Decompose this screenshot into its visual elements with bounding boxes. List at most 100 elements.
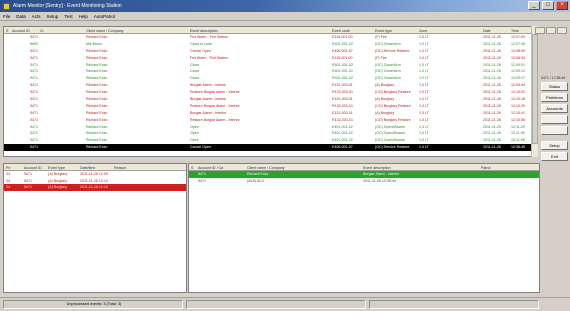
menu-autopatrol[interactable]: AutoPatrol [94,14,115,19]
cell-code: E115-001-00 [332,35,353,39]
table-row[interactable]: 5471 Richard Ecko Close R401-001-02 (OC) Clo… [4,62,537,69]
side-button-setup[interactable]: Setup [541,141,568,150]
cell-type: (CO) Burglary Restore [375,117,411,122]
table-row[interactable]: 5471 Richard Ecko Burglar Alarm - Interior… [4,82,537,89]
table-row[interactable]: 5471 Richard Ecko Close R401-001-02 (OC) Clo… [4,75,537,82]
cell-acct: 5471 [24,172,32,176]
column-header[interactable]: Event description [190,29,218,33]
table-row[interactable]: 8690 Mik Broco Close to code R401-001-02 (OC… [4,41,537,48]
column-header[interactable]: Cl [40,29,43,33]
side-button-problems[interactable]: Problems [541,93,568,102]
table-row[interactable]: 5471 Richard Ecko Burglar Alarm - Interior… [4,110,537,117]
cell-zone: 1,0 LT [419,41,429,46]
cell-date: 2011-11-26 [483,62,501,67]
cell-name: Richard Ecko [86,48,108,53]
cell-type: (OC) Close/Arm [375,76,401,81]
event-history-pane[interactable]: S Account ID / Ca Client name / Company … [188,163,540,293]
cell-date: 2011-11-26 [483,145,501,150]
cell-acct: 5471 [30,90,38,95]
column-header[interactable]: Reason [114,166,126,170]
column-header[interactable]: Date/time [80,166,95,170]
cell-date: 2011-11-26 [483,48,501,53]
cell-code: R401-001-02 [332,69,353,74]
side-button-status[interactable]: Status [541,82,568,91]
table-row[interactable]: 5471 Richard Ecko Cancel Open E406-001-07 (O… [4,48,537,55]
side-button-accounts[interactable]: Accounts [541,104,568,113]
view-tab[interactable] [546,27,556,34]
menu-file[interactable]: File [3,14,10,19]
column-header[interactable]: Event description [363,166,391,170]
table-row[interactable]: 5471 Richard Ecko Open E401-001-02 (OC) Open… [4,137,537,144]
cell-time: 12:09:44 [511,83,525,88]
column-header[interactable]: Event code [332,29,350,33]
cell-date: 2011-11-26 [483,103,501,108]
cell-acct: 5471 [24,178,32,183]
column-header[interactable]: Account ID [24,166,42,170]
view-tab[interactable] [557,27,567,34]
column-header[interactable]: S [191,166,193,170]
column-header[interactable]: Account ID / Ca [198,166,223,170]
cell-pri: 34 [6,178,10,183]
cell-name: Richard Ecko [86,131,108,136]
cell-desc: Open [190,138,199,143]
cell-acct: 5471 [30,110,38,115]
cell-acct: 5471 [30,35,38,39]
column-header[interactable]: Zone [419,29,427,33]
cell-desc: Close [190,69,200,74]
cell-type: (A) Burglary [375,83,395,88]
close-button[interactable]: × [556,1,568,10]
column-header[interactable]: Patrol [481,166,490,170]
cell-date: 2011-11-26 [483,55,501,60]
cell-desc: Cancel Open [190,145,211,150]
table-row[interactable]: 5471 Richard Ecko Restore Burglar Alarm - … [4,117,537,124]
menu-data[interactable]: Data [16,14,26,19]
cell-date: 2011-11-26 [483,131,501,136]
side-button-blank[interactable] [541,115,568,124]
events-scrollbar[interactable] [531,26,538,157]
column-header[interactable]: Event type [375,29,392,33]
table-row[interactable]: 5471 Richard Ecko Cancel Open E406-001-07 (O… [4,144,537,152]
cell-desc: Close [190,62,200,67]
cell-zone: 1,0 LT [419,138,429,143]
column-header[interactable]: Time [511,29,519,33]
table-row[interactable]: 5471 Richard Ecko Open E401-001-02 (OC) Open… [4,130,537,137]
table-row[interactable]: 5471 Richard Ecko Open E401-001-02 (OC) Open… [4,124,537,131]
table-row[interactable]: 5471 Richard Ecko Restore Burglar Alarm - … [4,103,537,110]
cell-dt: 2011-11-26 12:10 [80,178,108,183]
scroll-thumb[interactable] [532,34,538,144]
pending-events-pane[interactable]: Pri Account ID Event type Date/time Reas… [3,163,187,293]
cell-zone: 1,0 LT [419,97,429,102]
column-header[interactable]: Date [483,29,491,33]
menu-bar: File Data Acts Setup Test Help AutoPatro… [0,12,570,21]
menu-setup[interactable]: Setup [47,14,59,19]
column-header[interactable]: Pri [6,166,10,170]
view-tab[interactable] [535,27,545,34]
cell-desc: Burglar Alarm - Interior [190,83,227,88]
column-header[interactable]: Account ID [12,29,30,33]
column-header[interactable]: Event type [48,166,65,170]
column-header[interactable]: S [6,29,8,33]
cell-type: (A) Burglary [48,185,68,189]
cell-type: (OC) Close/Arm [375,41,401,46]
minimize-button[interactable]: _ [528,1,540,10]
menu-test[interactable]: Test [64,14,72,19]
column-header[interactable]: Client name / Company [86,29,124,33]
side-button-blank[interactable] [541,126,568,135]
menu-acts[interactable]: Acts [32,14,41,19]
table-row[interactable]: 5471 Richard Ecko Close R401-001-02 (OC) Clo… [4,68,537,75]
table-row[interactable]: 34 5471 (A) Burglary 2011-11-26 12:10 [4,184,186,191]
table-row[interactable]: 5471 Richard Ecko Burglar Alarm - Interior… [4,96,537,103]
table-row[interactable]: 5471 Richard Ecko Restore Burglar Alarm - … [4,89,537,96]
table-row[interactable]: 5471 (ALE) ALS 2011-11-26 12:09:44 [189,178,539,185]
cell-date: 2011-11-26 [483,90,501,95]
status-unprocessed: Unprocessed events: 3 (Total: 3) [3,300,183,309]
side-button-exit[interactable]: Exit [541,152,568,161]
column-header[interactable]: Client name / Company [247,166,285,170]
maximize-button[interactable]: □ [542,1,554,10]
menu-help[interactable]: Help [79,14,88,19]
events-grid[interactable]: S Account ID Cl Client name / Company Ev… [3,26,538,157]
table-row[interactable]: 5471 Richard Ecko Fire Alarm - Pull Statio… [4,34,537,41]
cell-code: E401-001-02 [332,138,353,143]
table-row[interactable]: 5471 Richard Ecko Fire Alarm - Pull Statio… [4,55,537,62]
cell-acct: 5471 [30,97,38,102]
